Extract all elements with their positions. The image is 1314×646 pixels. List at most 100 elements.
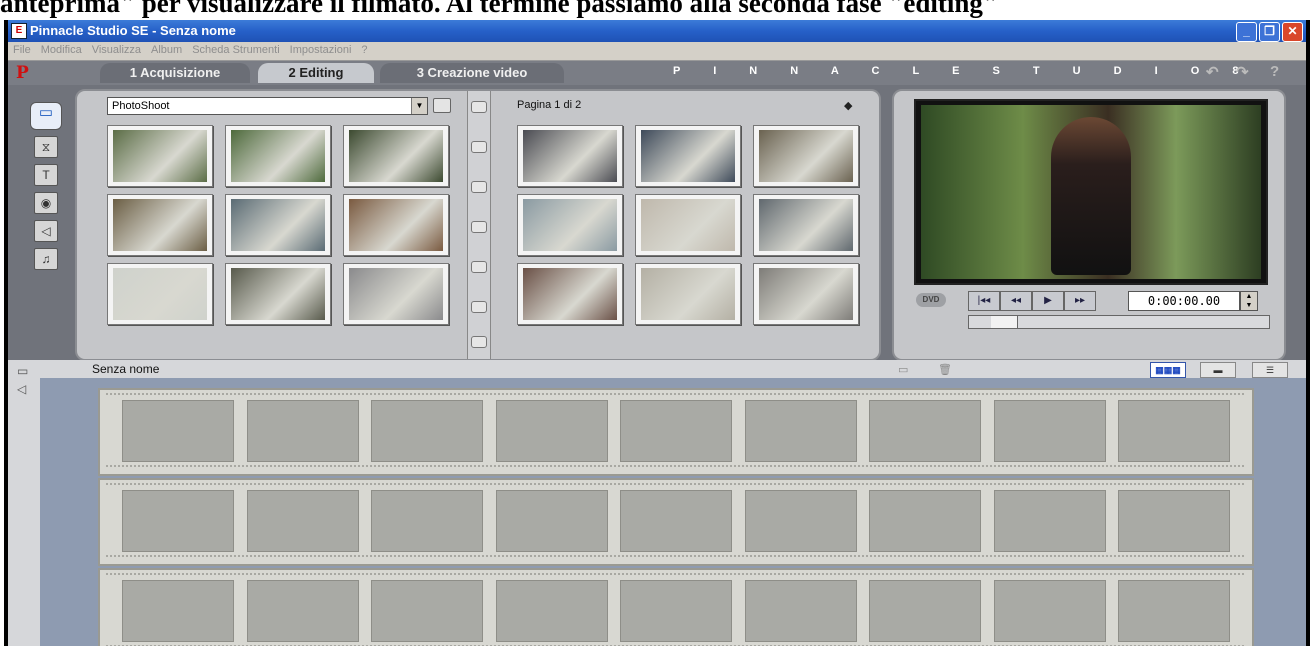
camcorder-icon[interactable]: ▭ xyxy=(17,364,28,378)
scene-thumbnail[interactable] xyxy=(753,194,859,256)
scene-image xyxy=(641,130,735,182)
storyboard-slot[interactable] xyxy=(993,580,1106,642)
scrubber-bar[interactable] xyxy=(968,315,1270,329)
close-button[interactable]: ✕ xyxy=(1282,22,1303,42)
scene-thumbnail[interactable] xyxy=(225,263,331,325)
scene-thumbnail[interactable] xyxy=(107,263,213,325)
play-button[interactable]: ▶ xyxy=(1032,291,1064,311)
collection-dropdown[interactable]: PhotoShoot ▼ xyxy=(107,97,428,115)
storyboard-slot[interactable] xyxy=(1118,580,1230,642)
timecode-spinner[interactable]: ▲ ▼ xyxy=(1240,291,1258,311)
help-icon[interactable]: ? xyxy=(1270,63,1279,80)
spine-ring xyxy=(471,336,487,348)
storyboard-slot[interactable] xyxy=(1118,400,1230,462)
storyboard-slot[interactable] xyxy=(495,400,608,462)
storyboard-slot[interactable] xyxy=(246,490,359,552)
titles-icon[interactable]: T xyxy=(34,164,58,186)
go-to-start-button[interactable]: |◂◂ xyxy=(968,291,1000,311)
split-clip-icon[interactable]: ▭ xyxy=(898,363,908,376)
album-spine xyxy=(467,91,491,359)
scene-thumbnail[interactable] xyxy=(635,194,741,256)
sound-effects-icon[interactable]: ◁ xyxy=(34,220,58,242)
storyboard-slot[interactable] xyxy=(869,580,981,642)
storyboard-slot[interactable] xyxy=(993,490,1106,552)
menu-impostazioni[interactable]: Impostazioni xyxy=(285,42,357,56)
scene-thumbnail[interactable] xyxy=(225,125,331,187)
upper-workspace: ▭ ⧖ T ◉ ◁ ♫ PhotoShoot ▼ Pagina 1 di 2 ◆… xyxy=(8,85,1306,361)
storyboard-slot[interactable] xyxy=(993,400,1106,462)
scene-image xyxy=(523,268,617,320)
scene-thumbnail[interactable] xyxy=(343,263,449,325)
scene-thumbnail[interactable] xyxy=(517,125,623,187)
storyboard-slot[interactable] xyxy=(122,580,234,642)
minimize-button[interactable]: _ xyxy=(1236,22,1257,42)
storyboard-slot[interactable] xyxy=(869,490,981,552)
folder-icon[interactable] xyxy=(433,98,451,113)
storyboard-slot[interactable] xyxy=(495,490,608,552)
scene-thumbnail[interactable] xyxy=(517,194,623,256)
storyboard-view-button[interactable]: ▦▦▦ xyxy=(1150,362,1186,378)
still-images-icon[interactable]: ◉ xyxy=(34,192,58,214)
scene-thumbnail[interactable] xyxy=(343,125,449,187)
storyboard-slot[interactable] xyxy=(744,400,857,462)
storyboard-slot[interactable] xyxy=(122,490,234,552)
storyboard-slot[interactable] xyxy=(371,580,483,642)
scrubber-handle[interactable] xyxy=(991,316,1018,328)
scene-thumbnail[interactable] xyxy=(225,194,331,256)
redo-icon[interactable]: ↷ xyxy=(1236,63,1249,81)
music-icon[interactable]: ♫ xyxy=(34,248,58,270)
menu-bar: File Modifica Visualizza Album Scheda St… xyxy=(8,42,1306,61)
storyboard-slot[interactable] xyxy=(371,490,483,552)
storyboard-slot[interactable] xyxy=(122,400,234,462)
storyboard-slot[interactable] xyxy=(620,490,732,552)
text-view-button[interactable]: ☰ xyxy=(1252,362,1288,378)
page-indicator: Pagina 1 di 2 xyxy=(517,99,582,111)
scene-image xyxy=(523,199,617,251)
storyboard-slot[interactable] xyxy=(371,400,483,462)
album-tool-strip: ▭ ⧖ T ◉ ◁ ♫ xyxy=(30,102,68,352)
video-scenes-icon[interactable]: ▭ xyxy=(30,102,62,130)
scene-image xyxy=(349,130,443,182)
trash-icon[interactable]: 🗑 xyxy=(938,363,952,376)
menu-scheda-strumenti[interactable]: Scheda Strumenti xyxy=(187,42,284,56)
scene-thumbnail[interactable] xyxy=(753,263,859,325)
menu-visualizza[interactable]: Visualizza xyxy=(87,42,146,56)
timeline-view-button[interactable]: ▬ xyxy=(1200,362,1236,378)
timecode-field[interactable]: 0:00:00.00 xyxy=(1128,291,1240,311)
restore-button[interactable]: ❐ xyxy=(1259,22,1280,42)
scene-thumbnail[interactable] xyxy=(635,263,741,325)
tab-editing[interactable]: 2 Editing xyxy=(258,63,374,83)
fast-forward-button[interactable]: ▸▸ xyxy=(1064,291,1096,311)
app-icon[interactable]: E xyxy=(11,23,27,39)
scene-thumbnail[interactable] xyxy=(343,194,449,256)
storyboard-slot[interactable] xyxy=(744,580,857,642)
audio-tools-icon[interactable]: ◁ xyxy=(17,382,26,396)
storyboard-slot[interactable] xyxy=(1118,490,1230,552)
storyboard-slot[interactable] xyxy=(246,580,359,642)
storyboard-slot[interactable] xyxy=(246,400,359,462)
storyboard-slot[interactable] xyxy=(620,400,732,462)
chevron-down-icon[interactable]: ▼ xyxy=(411,98,427,114)
mode-tab-bar: P 1 Acquisizione 2 Editing 3 Creazione v… xyxy=(8,61,1306,85)
menu-file[interactable]: File xyxy=(8,42,36,56)
undo-icon[interactable]: ↶ xyxy=(1206,63,1219,81)
tab-acquisizione[interactable]: 1 Acquisizione xyxy=(100,63,250,83)
menu-modifica[interactable]: Modifica xyxy=(36,42,87,56)
scene-thumbnail[interactable] xyxy=(107,125,213,187)
scene-thumbnail[interactable] xyxy=(635,125,741,187)
tab-creazione-video[interactable]: 3 Creazione video xyxy=(380,63,564,83)
menu-album[interactable]: Album xyxy=(146,42,187,56)
scene-thumbnail[interactable] xyxy=(107,194,213,256)
storyboard-slot[interactable] xyxy=(620,580,732,642)
rewind-button[interactable]: ◂◂ xyxy=(1000,291,1032,311)
storyboard-slot[interactable] xyxy=(869,400,981,462)
scene-thumbnail[interactable] xyxy=(517,263,623,325)
arrow-right-icon[interactable]: ◆ xyxy=(844,99,852,112)
scene-thumbnail[interactable] xyxy=(753,125,859,187)
transitions-icon[interactable]: ⧖ xyxy=(34,136,58,158)
menu-help[interactable]: ? xyxy=(356,42,372,56)
storyboard-slot[interactable] xyxy=(744,490,857,552)
storyboard-slot[interactable] xyxy=(495,580,608,642)
dvd-icon[interactable]: DVD xyxy=(916,293,946,307)
preview-screen[interactable] xyxy=(914,99,1268,285)
